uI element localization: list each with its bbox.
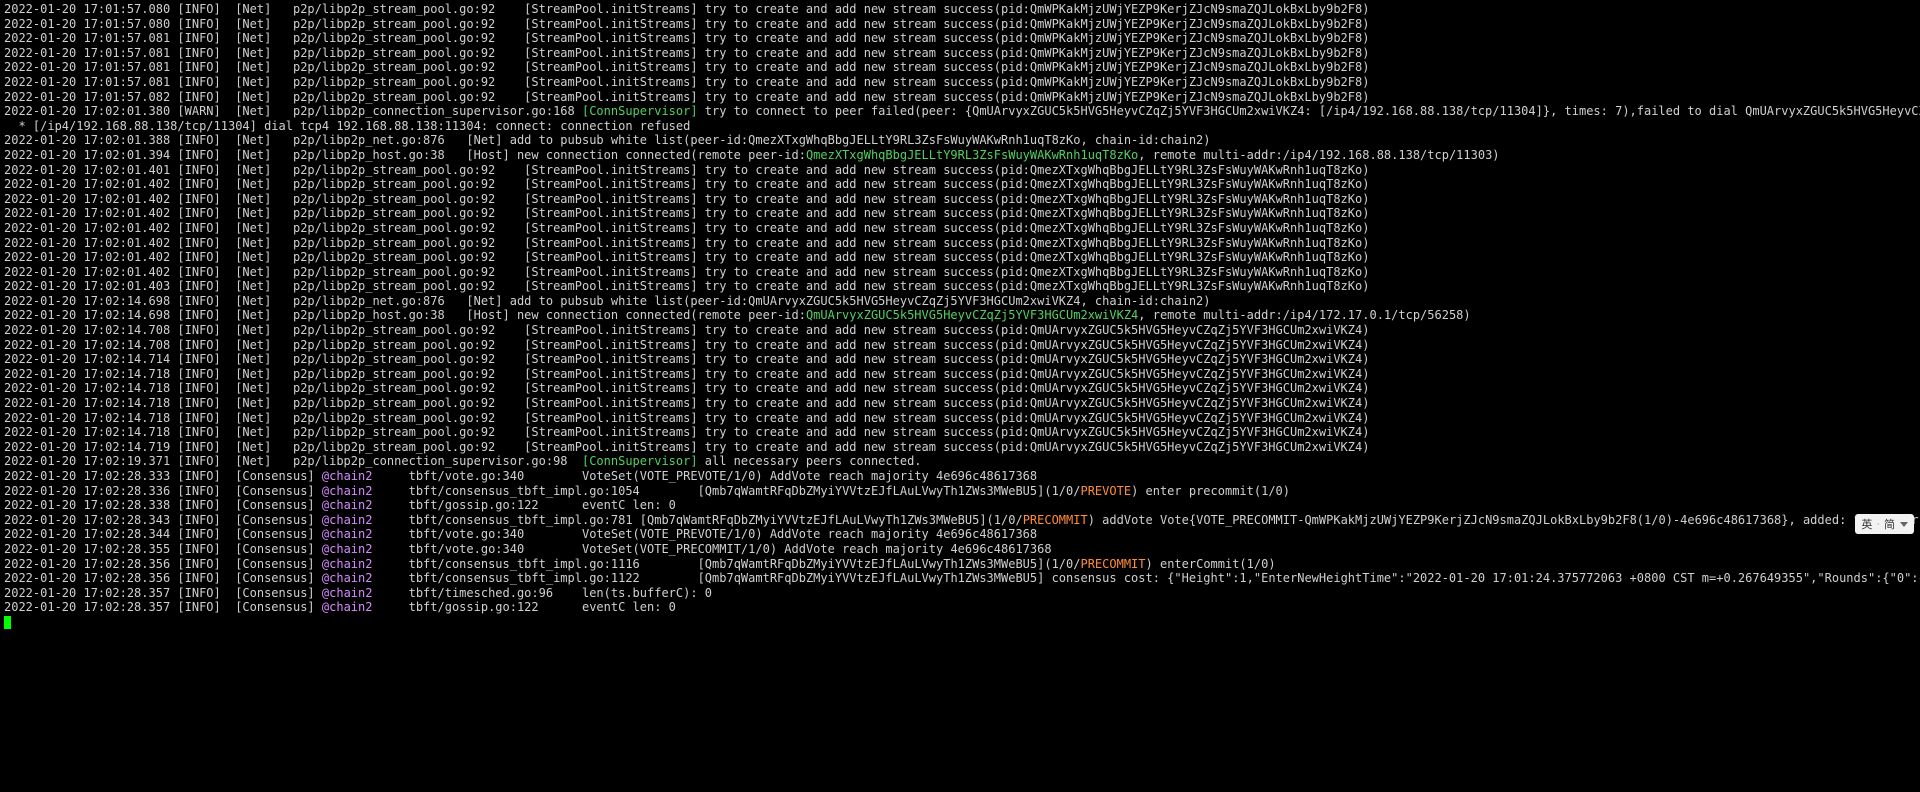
log-line: 2022-01-20 17:02:01.388 [INFO] [Net] p2p…	[4, 133, 1916, 148]
log-line: 2022-01-20 17:02:01.402 [INFO] [Net] p2p…	[4, 265, 1916, 280]
ime-indicator[interactable]: 英 · 简	[1855, 514, 1914, 534]
log-line: 2022-01-20 17:02:14.718 [INFO] [Net] p2p…	[4, 411, 1916, 426]
log-line: 2022-01-20 17:01:57.081 [INFO] [Net] p2p…	[4, 60, 1916, 75]
terminal-cursor	[4, 616, 11, 629]
log-line: 2022-01-20 17:02:14.719 [INFO] [Net] p2p…	[4, 440, 1916, 455]
log-line: 2022-01-20 17:02:14.718 [INFO] [Net] p2p…	[4, 396, 1916, 411]
log-line: 2022-01-20 17:02:28.355 [INFO] [Consensu…	[4, 542, 1916, 557]
chevron-down-icon	[1900, 522, 1908, 527]
log-line: 2022-01-20 17:02:01.402 [INFO] [Net] p2p…	[4, 206, 1916, 221]
log-line: 2022-01-20 17:02:14.718 [INFO] [Net] p2p…	[4, 425, 1916, 440]
ime-sep: ·	[1876, 518, 1880, 530]
log-line: 2022-01-20 17:02:14.718 [INFO] [Net] p2p…	[4, 381, 1916, 396]
log-line: 2022-01-20 17:02:14.698 [INFO] [Net] p2p…	[4, 294, 1916, 309]
log-line: 2022-01-20 17:02:28.343 [INFO] [Consensu…	[4, 513, 1916, 528]
log-line: 2022-01-20 17:01:57.081 [INFO] [Net] p2p…	[4, 31, 1916, 46]
log-line: 2022-01-20 17:02:01.402 [INFO] [Net] p2p…	[4, 177, 1916, 192]
log-line: 2022-01-20 17:01:57.081 [INFO] [Net] p2p…	[4, 46, 1916, 61]
log-line: 2022-01-20 17:01:57.080 [INFO] [Net] p2p…	[4, 2, 1916, 17]
log-line: 2022-01-20 17:02:28.333 [INFO] [Consensu…	[4, 469, 1916, 484]
terminal-cursor-line	[4, 615, 1916, 630]
log-line: 2022-01-20 17:02:28.357 [INFO] [Consensu…	[4, 586, 1916, 601]
log-line: 2022-01-20 17:02:01.394 [INFO] [Net] p2p…	[4, 148, 1916, 163]
log-line: 2022-01-20 17:02:01.401 [INFO] [Net] p2p…	[4, 163, 1916, 178]
log-line: 2022-01-20 17:02:28.344 [INFO] [Consensu…	[4, 527, 1916, 542]
log-line: 2022-01-20 17:02:28.356 [INFO] [Consensu…	[4, 571, 1916, 586]
log-line: * [/ip4/192.168.88.138/tcp/11304] dial t…	[4, 119, 1916, 134]
log-line: 2022-01-20 17:02:01.402 [INFO] [Net] p2p…	[4, 192, 1916, 207]
log-line: 2022-01-20 17:02:14.708 [INFO] [Net] p2p…	[4, 338, 1916, 353]
log-line: 2022-01-20 17:02:01.380 [WARN] [Net] p2p…	[4, 104, 1916, 119]
log-line: 2022-01-20 17:02:01.403 [INFO] [Net] p2p…	[4, 279, 1916, 294]
log-line: 2022-01-20 17:02:28.357 [INFO] [Consensu…	[4, 600, 1916, 615]
log-line: 2022-01-20 17:02:14.708 [INFO] [Net] p2p…	[4, 323, 1916, 338]
log-line: 2022-01-20 17:02:28.336 [INFO] [Consensu…	[4, 484, 1916, 499]
log-line: 2022-01-20 17:02:01.402 [INFO] [Net] p2p…	[4, 250, 1916, 265]
terminal-output[interactable]: 2022-01-20 17:01:57.080 [INFO] [Net] p2p…	[0, 0, 1920, 632]
log-line: 2022-01-20 17:01:57.080 [INFO] [Net] p2p…	[4, 17, 1916, 32]
log-line: 2022-01-20 17:02:14.714 [INFO] [Net] p2p…	[4, 352, 1916, 367]
ime-sub: 简	[1884, 516, 1895, 532]
log-line: 2022-01-20 17:02:28.356 [INFO] [Consensu…	[4, 557, 1916, 572]
log-line: 2022-01-20 17:02:01.402 [INFO] [Net] p2p…	[4, 236, 1916, 251]
log-line: 2022-01-20 17:02:28.338 [INFO] [Consensu…	[4, 498, 1916, 513]
log-line: 2022-01-20 17:02:14.718 [INFO] [Net] p2p…	[4, 367, 1916, 382]
log-line: 2022-01-20 17:02:19.371 [INFO] [Net] p2p…	[4, 454, 1916, 469]
ime-lang: 英	[1861, 516, 1872, 532]
log-line: 2022-01-20 17:02:14.698 [INFO] [Net] p2p…	[4, 308, 1916, 323]
log-line: 2022-01-20 17:01:57.082 [INFO] [Net] p2p…	[4, 90, 1916, 105]
log-line: 2022-01-20 17:01:57.081 [INFO] [Net] p2p…	[4, 75, 1916, 90]
log-line: 2022-01-20 17:02:01.402 [INFO] [Net] p2p…	[4, 221, 1916, 236]
